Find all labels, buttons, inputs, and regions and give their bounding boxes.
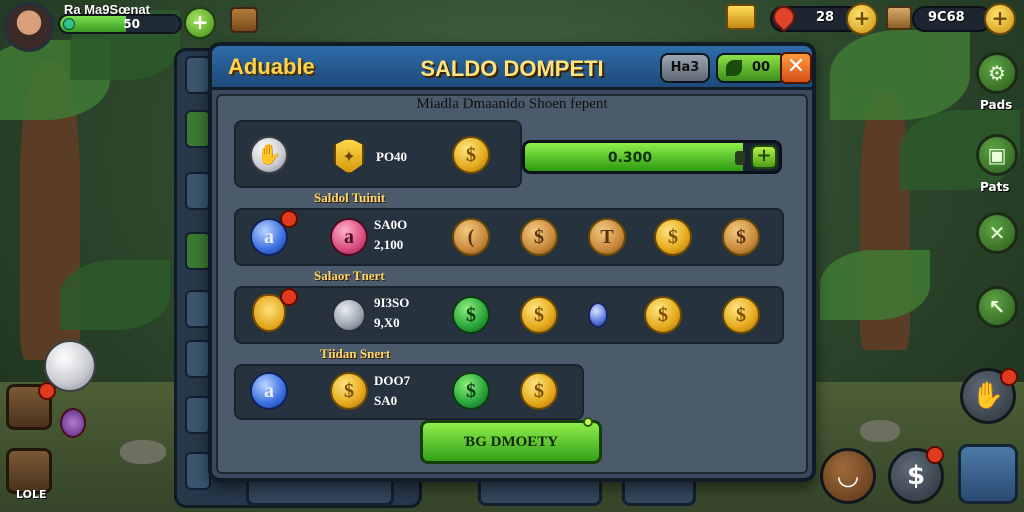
notification-badge [280, 210, 298, 228]
gold-coin-icon: $ [330, 372, 368, 410]
gold-coin-icon: $ [644, 296, 682, 334]
silver-cup-icon [332, 298, 366, 332]
green-coin-icon: $ [452, 296, 490, 334]
chest-icon[interactable] [230, 7, 258, 33]
wallet-dialog: Aduable SALDO DOMPETI Ha3 00 ✕ Miadla Dm… [208, 42, 816, 482]
gold-coin-icon: $ [520, 296, 558, 334]
gold-coin-icon: $ [722, 296, 760, 334]
claim-button-label: ƁG DMOETY [463, 434, 559, 450]
silver-coin-icon: ✋ [250, 136, 288, 174]
xp-bar: 50 [58, 14, 182, 34]
side-label-pads: Pads [980, 98, 1013, 112]
gem-icon [63, 18, 75, 30]
blue-coin-icon: a [250, 372, 288, 410]
gold-bars-icon [726, 4, 756, 30]
claim-button[interactable]: ƁG DMOETY [420, 417, 602, 464]
header-balance-value: 00 [751, 60, 771, 75]
map-frame-icon[interactable]: ▣ [976, 134, 1018, 176]
foliage [830, 30, 970, 120]
bronze-coin-icon: $ [520, 218, 558, 256]
section-label-4: Tiidan Snert [320, 346, 391, 361]
crate-inventory-icon[interactable] [958, 444, 1018, 504]
progress-add-button[interactable]: + [751, 145, 777, 169]
row3-line2: 9,X0 [374, 315, 400, 330]
notification-badge [926, 446, 944, 464]
balance-row-3 [234, 286, 784, 344]
section-label-3: Salaor Tnert [314, 268, 385, 283]
gold-value: 9C68 [928, 10, 965, 25]
add-pins-button[interactable]: + [846, 3, 878, 35]
portal-icon[interactable] [44, 340, 96, 392]
player-name: Ra Ma9Sœnat [64, 2, 150, 17]
gold-coin-icon: $ [520, 372, 558, 410]
potion-icon[interactable] [60, 408, 86, 438]
arrow-icon[interactable]: ↖ [976, 286, 1018, 328]
header-balance-pill[interactable]: 00 [716, 53, 786, 83]
rock [860, 420, 900, 442]
foliage [60, 260, 170, 330]
close-button[interactable]: ✕ [780, 52, 812, 84]
player-avatar[interactable] [4, 2, 54, 52]
notification-badge [1000, 368, 1018, 386]
side-label-pats: Pats [980, 180, 1010, 194]
dialog-subtitle: Miadla Dmaanido Shoen fepent [416, 96, 608, 112]
left-label-lole: LOLE [16, 488, 47, 501]
section-label-2: Saldol Tuinit [314, 190, 386, 205]
row1-value: PO40 [376, 149, 408, 164]
notification-badge [280, 288, 298, 306]
row4-line1: DOO7 [374, 373, 411, 388]
add-gold-button[interactable]: + [984, 3, 1016, 35]
bronze-coin-icon: $ [722, 218, 760, 256]
pins-value: 28 [816, 10, 835, 25]
pink-coin-icon: a [330, 218, 368, 256]
crate-icon [886, 6, 912, 30]
button-pin [583, 417, 593, 427]
progress-handle [735, 151, 745, 165]
foliage [820, 250, 930, 320]
bowl-icon[interactable]: ◡ [820, 448, 876, 504]
gold-coin-icon: $ [452, 136, 490, 174]
settings-gear-icon[interactable]: ⚙ [976, 52, 1018, 94]
row4-line2: SA0 [374, 393, 398, 408]
xp-value: 50 [123, 17, 140, 31]
tools-icon[interactable]: ✕ [976, 212, 1018, 254]
progress-text: 0.300 [607, 150, 653, 166]
leaf-icon [726, 60, 742, 76]
rock [120, 440, 166, 464]
row3-line1: 9I3SO [374, 295, 410, 310]
balance-progress-bar: 0.300 + [522, 140, 782, 174]
blue-gem-icon [588, 302, 608, 328]
gold-coin-icon: $ [654, 218, 692, 256]
bronze-coin-icon: ( [452, 218, 490, 256]
balance-row-2 [234, 208, 784, 266]
dialog-header: Aduable SALDO DOMPETI Ha3 00 ✕ [212, 46, 812, 90]
green-coin-icon: $ [452, 372, 490, 410]
header-info-pill[interactable]: Ha3 [660, 53, 710, 83]
bronze-coin-icon: T [588, 218, 626, 256]
row2-line1: SA0O [374, 217, 408, 232]
row2-line2: 2,100 [374, 237, 404, 252]
add-xp-button[interactable]: + [184, 7, 216, 39]
